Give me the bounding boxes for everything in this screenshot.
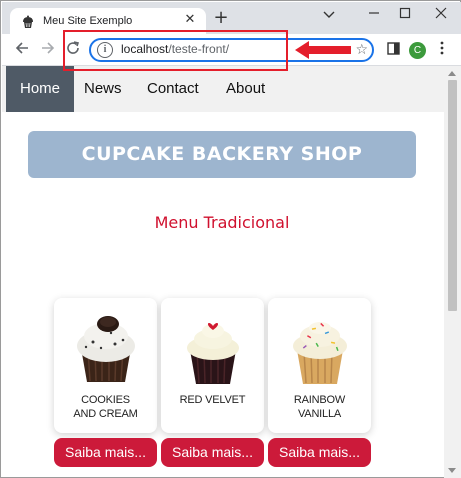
scrollbar-thumb[interactable] [448, 80, 457, 311]
scroll-up-icon[interactable] [448, 71, 456, 76]
profile-avatar[interactable]: C [409, 42, 426, 59]
shop-banner: CUPCAKE BACKERY SHOP [28, 131, 416, 178]
product-card-cookies-and-cream: COOKIES AND CREAM [54, 298, 157, 433]
tab-close-icon[interactable]: ✕ [182, 12, 198, 28]
nav-home[interactable]: Home [6, 66, 75, 112]
back-arrow-icon[interactable] [12, 40, 32, 60]
page-scrollbar[interactable] [444, 66, 461, 478]
saiba-mais-button[interactable]: Saiba mais... [54, 438, 157, 467]
chevron-down-icon[interactable] [314, 6, 344, 26]
minimize-icon[interactable] [359, 6, 389, 26]
scroll-down-icon[interactable] [448, 468, 456, 473]
maximize-icon[interactable] [390, 6, 420, 26]
product-name: COOKIES AND CREAM [73, 394, 138, 420]
new-tab-button[interactable]: + [212, 9, 230, 27]
saiba-mais-button[interactable]: Saiba mais... [161, 438, 264, 467]
product-card-rainbow-vanilla: RAINBOW VANILLA [268, 298, 371, 433]
close-window-icon[interactable] [426, 6, 456, 26]
site-nav: Home News Contact About [2, 66, 444, 112]
nav-contact[interactable]: Contact [133, 66, 213, 112]
address-highlight-box [63, 30, 288, 71]
product-name: RED VELVET [179, 394, 246, 406]
nav-news[interactable]: News [70, 66, 136, 112]
product-name: RAINBOW VANILLA [293, 394, 346, 420]
more-menu-icon[interactable] [432, 40, 452, 60]
section-title: Menu Tradicional [154, 213, 290, 232]
side-panel-icon[interactable] [383, 40, 403, 60]
browser-window: Meu Site Exemplo ✕ + i localhost/teste-f… [0, 0, 461, 478]
nav-about[interactable]: About [212, 66, 279, 112]
saiba-mais-button[interactable]: Saiba mais... [268, 438, 371, 467]
product-card-red-velvet: RED VELVET [161, 298, 264, 433]
forward-arrow-icon[interactable] [38, 40, 58, 60]
cupcake-favicon [23, 15, 33, 28]
tab-title: Meu Site Exemplo [43, 15, 133, 27]
cupcake-red-velvet-image [187, 323, 239, 384]
star-icon[interactable]: ☆ [355, 40, 368, 60]
cupcake-rainbow-vanilla-image [293, 322, 347, 384]
red-arrow-icon [295, 41, 351, 59]
cupcake-cookies-and-cream-image [77, 316, 135, 382]
